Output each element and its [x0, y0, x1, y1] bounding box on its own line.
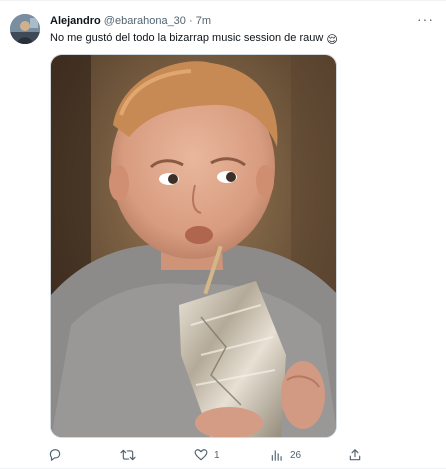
share-button[interactable] [348, 446, 368, 464]
like-count: 1 [214, 449, 220, 461]
photo-image [51, 55, 336, 437]
tweet-time[interactable]: 7m [196, 15, 211, 27]
avatar[interactable] [10, 14, 40, 44]
tweet[interactable]: Alejandro @ebarahona_30 · 7m ··· No me g… [0, 0, 446, 469]
author-name[interactable]: Alejandro [50, 15, 101, 27]
separator-dot: · [188, 15, 193, 27]
share-icon [349, 449, 361, 461]
tweet-text: No me gustó del todo la bizarrap music s… [50, 31, 338, 47]
views-count: 26 [290, 449, 302, 461]
retweet-button[interactable] [120, 446, 142, 464]
avatar-image [10, 14, 40, 44]
relieved-face-emoji: 😌 [326, 34, 338, 46]
views-icon [271, 450, 282, 461]
like-button[interactable]: 1 [194, 446, 220, 464]
more-options-button[interactable]: ··· [417, 11, 434, 27]
tweet-media-photo[interactable] [50, 54, 337, 438]
views-button[interactable]: 26 [270, 446, 301, 464]
retweet-icon [120, 449, 136, 461]
reply-icon [49, 449, 61, 461]
reply-button[interactable] [48, 446, 68, 464]
heart-icon [194, 449, 208, 461]
author-handle[interactable]: @ebarahona_30 [104, 15, 186, 27]
tweet-header: Alejandro @ebarahona_30 · 7m [50, 14, 211, 28]
tweet-text-content: No me gustó del todo la bizarrap music s… [50, 32, 324, 44]
tweet-actions: 1 26 [48, 446, 438, 464]
